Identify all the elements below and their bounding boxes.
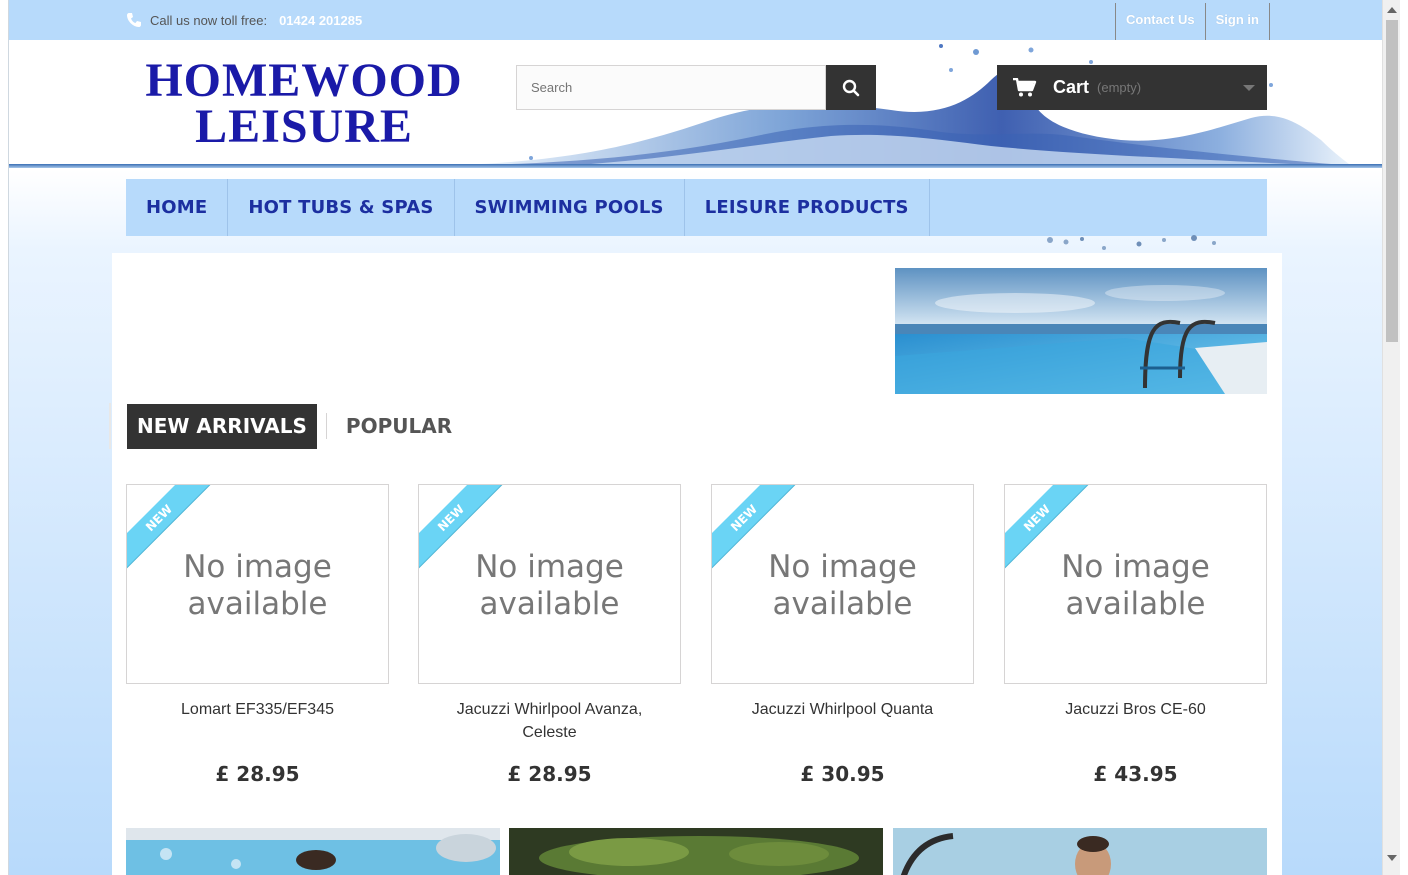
- cart-icon: [1013, 77, 1037, 96]
- search-icon: [842, 79, 860, 96]
- placeholder-line-1: No image: [1061, 549, 1210, 585]
- window-edge: [1400, 0, 1408, 875]
- scroll-thumb[interactable]: [1386, 20, 1398, 342]
- promo-garden-image[interactable]: [509, 828, 883, 875]
- no-image-placeholder: No image available: [419, 549, 680, 623]
- placeholder-line-1: No image: [183, 549, 332, 585]
- product-price: £ 28.95: [507, 762, 592, 786]
- product-list: NEW No image available Lomart EF335/EF34…: [126, 484, 1267, 786]
- cart-label: Cart: [1053, 77, 1090, 97]
- tab-separator: [325, 413, 327, 439]
- water-splash-graphic: [481, 44, 1349, 164]
- header: HOMEWOOD LEISURE Cart (empty): [9, 40, 1382, 180]
- product-image-link[interactable]: NEW No image available: [418, 484, 681, 684]
- cart-button[interactable]: Cart (empty): [997, 65, 1267, 110]
- logo-line-1: HOMEWOOD: [145, 54, 463, 107]
- product-price: £ 28.95: [215, 762, 300, 786]
- product-name-link[interactable]: Jacuzzi Whirlpool Avanza, Celeste: [418, 698, 681, 746]
- search-button[interactable]: [826, 65, 876, 110]
- product-image-link[interactable]: NEW No image available: [1004, 484, 1267, 684]
- no-image-placeholder: No image available: [127, 549, 388, 623]
- phone-info: Call us now toll free: 01424 201285: [126, 10, 362, 30]
- no-image-placeholder: No image available: [712, 549, 973, 623]
- product-price: £ 43.95: [1093, 762, 1178, 786]
- phone-number: 01424 201285: [279, 12, 363, 28]
- search-input[interactable]: [516, 65, 826, 110]
- tab-popular[interactable]: POPULAR: [346, 414, 452, 438]
- cart-status: (empty): [1097, 80, 1142, 95]
- phone-label: Call us now toll free:: [150, 12, 268, 28]
- product-price: £ 30.95: [800, 762, 885, 786]
- nav-item-leisure-products[interactable]: LEISURE PRODUCTS: [685, 179, 930, 236]
- placeholder-line-2: available: [187, 586, 328, 622]
- top-bar: Call us now toll free: 01424 201285 Conta…: [9, 0, 1382, 40]
- site-logo[interactable]: HOMEWOOD LEISURE: [129, 54, 479, 153]
- promo-swimmer-image[interactable]: [893, 828, 1267, 875]
- scroll-up-arrow-icon[interactable]: [1387, 7, 1397, 13]
- product-card: NEW No image available Jacuzzi Whirlpool…: [711, 484, 974, 786]
- main-navigation: HOME HOT TUBS & SPAS SWIMMING POOLS LEIS…: [126, 179, 1267, 236]
- placeholder-line-1: No image: [475, 549, 624, 585]
- pool-banner-image[interactable]: [895, 268, 1267, 394]
- vertical-scrollbar[interactable]: [1382, 0, 1400, 875]
- placeholder-line-2: available: [479, 586, 620, 622]
- no-image-placeholder: No image available: [1005, 549, 1266, 623]
- header-divider: [9, 164, 1382, 168]
- placeholder-line-2: available: [1065, 586, 1206, 622]
- chevron-down-icon: [1243, 85, 1255, 91]
- tab-new-arrivals[interactable]: NEW ARRIVALS: [127, 403, 317, 449]
- page-viewport: Call us now toll free: 01424 201285 Conta…: [8, 0, 1382, 875]
- logo-line-2: LEISURE: [195, 100, 413, 153]
- water-drops-decoration: [1047, 235, 1216, 250]
- search-bar: [516, 65, 876, 110]
- product-name-link[interactable]: Lomart EF335/EF345: [126, 698, 389, 746]
- product-card: NEW No image available Jacuzzi Bros CE-6…: [1004, 484, 1267, 786]
- promo-banners: [126, 828, 1267, 875]
- placeholder-line-2: available: [772, 586, 913, 622]
- product-tabs: NEW ARRIVALS POPULAR: [109, 403, 452, 449]
- product-card: NEW No image available Lomart EF335/EF34…: [126, 484, 389, 786]
- product-card: NEW No image available Jacuzzi Whirlpool…: [418, 484, 681, 786]
- nav-item-swimming-pools[interactable]: SWIMMING POOLS: [455, 179, 685, 236]
- promo-hot-tub-image[interactable]: [126, 828, 500, 875]
- sign-in-link[interactable]: Sign in: [1204, 3, 1270, 40]
- scroll-down-arrow-icon[interactable]: [1387, 855, 1397, 861]
- nav-item-home[interactable]: HOME: [126, 179, 229, 236]
- product-image-link[interactable]: NEW No image available: [126, 484, 389, 684]
- top-links: Contact Us Sign in: [1115, 3, 1270, 40]
- product-image-link[interactable]: NEW No image available: [711, 484, 974, 684]
- product-name-link[interactable]: Jacuzzi Whirlpool Quanta: [711, 698, 974, 746]
- nav-item-hot-tubs-spas[interactable]: HOT TUBS & SPAS: [228, 179, 455, 236]
- phone-icon: [127, 13, 141, 27]
- contact-us-link[interactable]: Contact Us: [1115, 3, 1205, 40]
- placeholder-line-1: No image: [768, 549, 917, 585]
- product-name-link[interactable]: Jacuzzi Bros CE-60: [1004, 698, 1267, 746]
